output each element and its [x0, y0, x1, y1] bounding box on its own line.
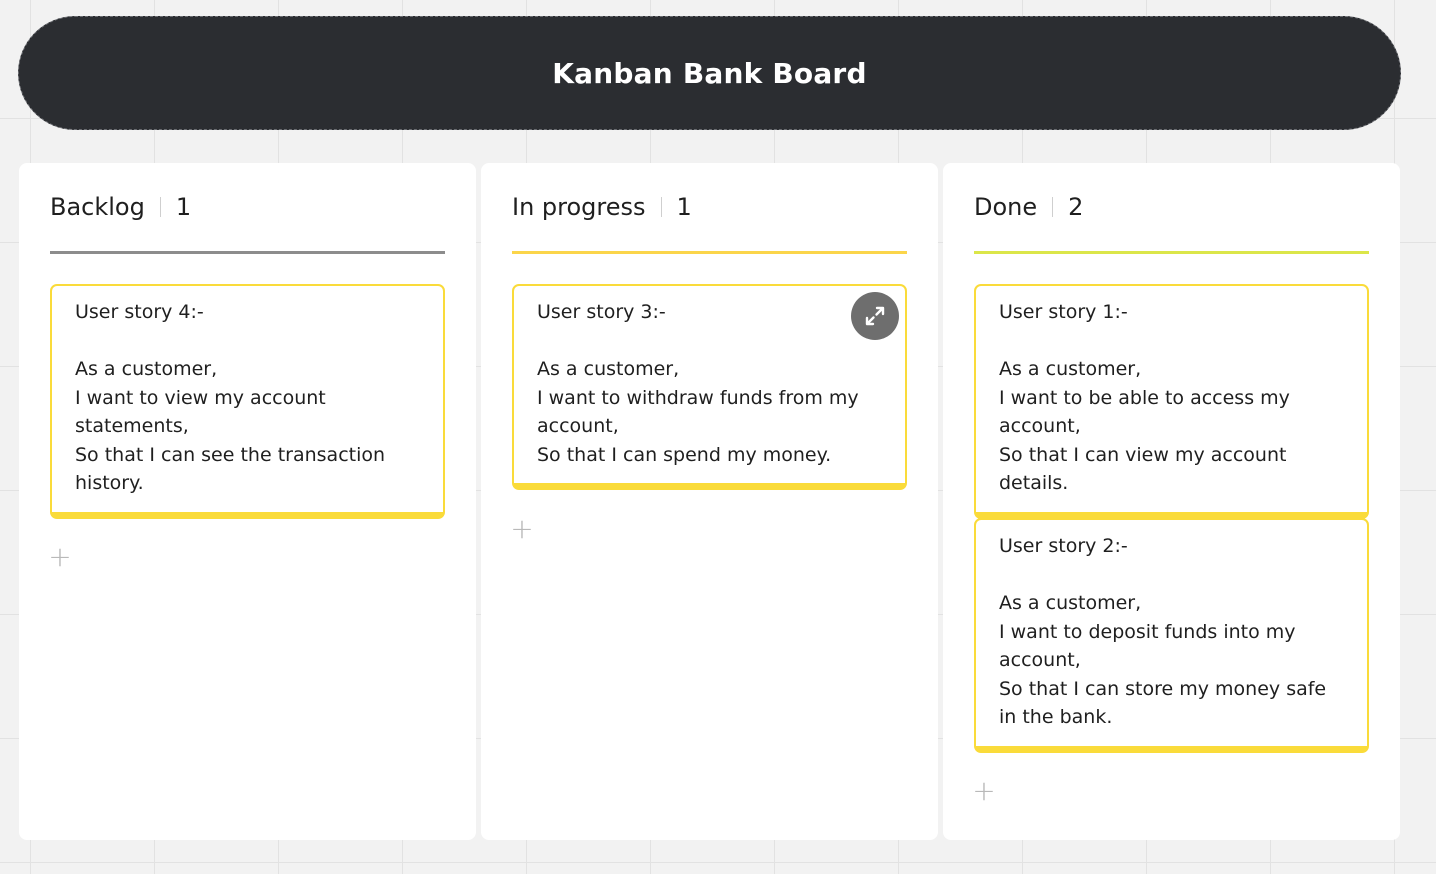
column-header: Backlog 1 — [50, 190, 191, 224]
card-text-line: User story 2:- — [999, 535, 1128, 557]
column-underline — [50, 251, 445, 254]
card-text-line: User story 4:- — [75, 301, 204, 323]
column-card-count: 1 — [676, 193, 692, 221]
column-done[interactable]: Done 2 User story 1:- As a customer, I w… — [943, 163, 1400, 840]
card-text-line: So that I can view my account details. — [999, 443, 1293, 495]
card-text-line: As a customer, — [537, 358, 680, 380]
column-in-progress[interactable]: In progress 1 User story 3:- As a custom… — [481, 163, 938, 840]
board-title: Kanban Bank Board — [552, 56, 867, 90]
board-title-banner[interactable]: Kanban Bank Board — [18, 16, 1401, 130]
column-header-divider — [159, 197, 161, 217]
card-text-line: I want to view my account statements, — [75, 386, 332, 438]
column-card-count: 1 — [175, 193, 192, 221]
card-user-story-4[interactable]: User story 4:- As a customer, I want to … — [50, 284, 445, 519]
column-title[interactable]: Backlog — [50, 193, 145, 221]
card-text-line: As a customer, — [999, 358, 1142, 380]
card-text-line: I want to withdraw funds from my account… — [537, 386, 865, 438]
card-text-line: User story 1:- — [999, 301, 1128, 323]
expand-card-button[interactable] — [851, 292, 899, 340]
column-underline — [512, 251, 907, 254]
card-text-line — [75, 327, 420, 356]
card-text-line: So that I can spend my money. — [537, 443, 832, 466]
column-backlog[interactable]: Backlog 1 User story 4:- As a customer, … — [19, 163, 476, 840]
add-card-button[interactable]: + — [510, 515, 533, 543]
column-card-count: 2 — [1068, 193, 1084, 221]
column-title[interactable]: Done — [974, 193, 1037, 221]
column-header-divider — [660, 197, 662, 217]
card-text-line — [999, 327, 1344, 356]
column-header: In progress 1 — [512, 190, 692, 224]
card-text-line — [537, 327, 882, 356]
add-card-button[interactable]: + — [48, 543, 71, 571]
expand-arrows-icon — [865, 306, 885, 326]
column-header: Done 2 — [974, 190, 1083, 224]
add-card-button[interactable]: + — [972, 777, 995, 805]
card-text-line: User story 3:- — [537, 301, 666, 323]
card-text-line: So that I can see the transaction histor… — [75, 443, 392, 495]
card-text-line: I want to deposit funds into my account, — [999, 620, 1302, 672]
column-underline — [974, 251, 1369, 254]
column-title[interactable]: In progress — [512, 193, 646, 221]
card-text-line — [999, 561, 1344, 590]
column-header-divider — [1052, 197, 1054, 217]
card-user-story-2[interactable]: User story 2:- As a customer, I want to … — [974, 518, 1369, 753]
card-text-line: As a customer, — [999, 592, 1142, 614]
card-text-line: As a customer, — [75, 358, 218, 380]
card-user-story-3[interactable]: User story 3:- As a customer, I want to … — [512, 284, 907, 490]
card-text-line: So that I can store my money safe in the… — [999, 677, 1333, 729]
card-user-story-1[interactable]: User story 1:- As a customer, I want to … — [974, 284, 1369, 519]
card-text-line: I want to be able to access my account, — [999, 386, 1296, 438]
